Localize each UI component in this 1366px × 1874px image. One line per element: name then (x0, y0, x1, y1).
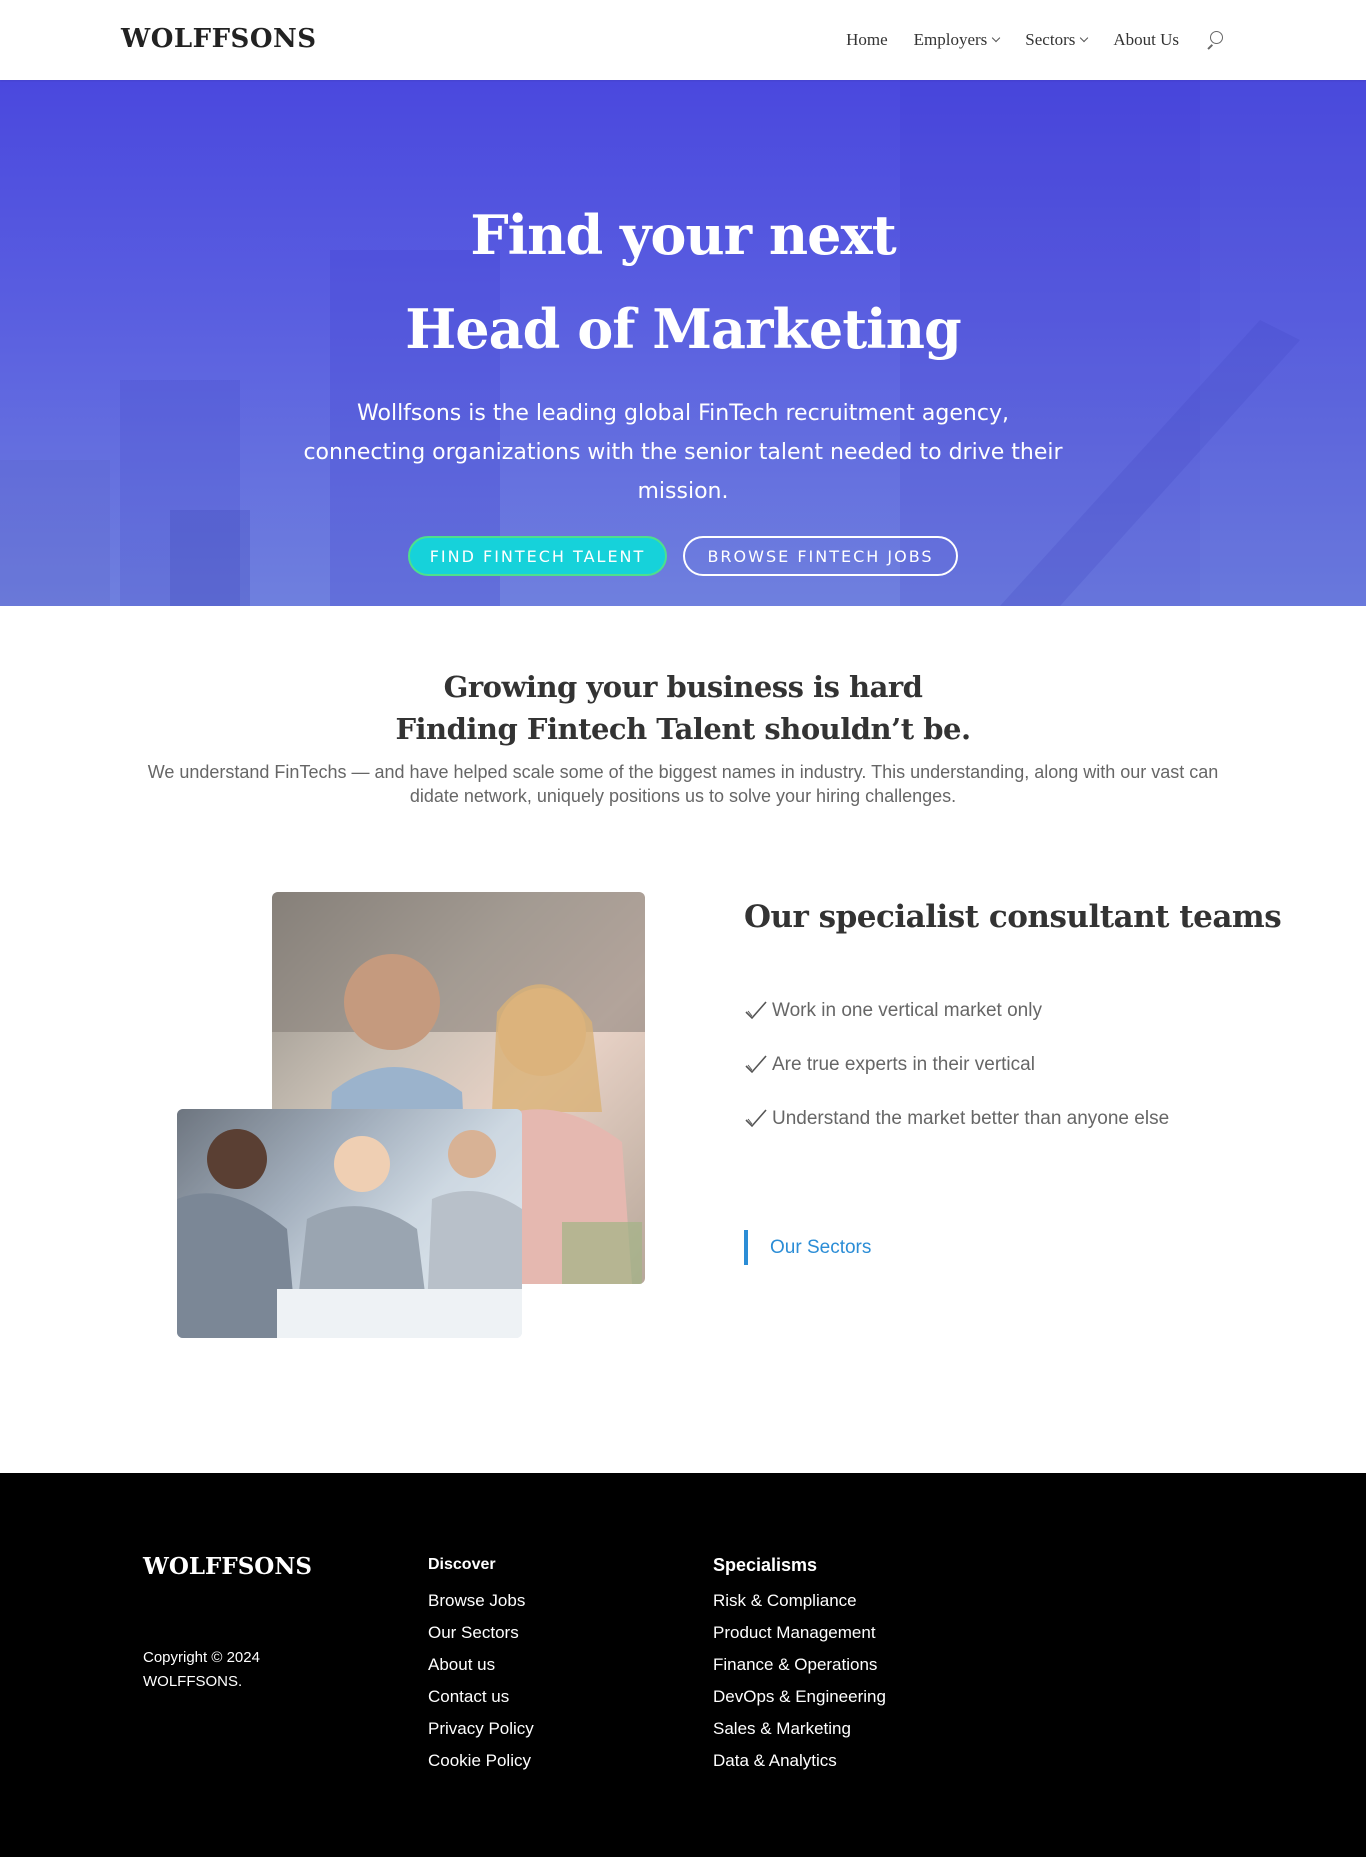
nav-about-us-label: About Us (1113, 30, 1179, 49)
footer-link-browse-jobs[interactable]: Browse Jobs (428, 1585, 534, 1617)
site-footer: WOLFFSONS Copyright © 2024 WOLFFSONS. Di… (0, 1473, 1366, 1857)
footer-link-contact-us[interactable]: Contact us (428, 1681, 534, 1713)
footer-link-product-management[interactable]: Product Management (713, 1617, 886, 1649)
footer-link-privacy-policy[interactable]: Privacy Policy (428, 1713, 534, 1745)
footer-copyright: Copyright © 2024 WOLFFSONS. (143, 1649, 260, 1690)
nav-employers[interactable]: Employers (913, 30, 1001, 50)
checkmark-icon (745, 1109, 767, 1128)
hero-title-line1: Find your next (470, 203, 896, 267)
consultants-title: Our specialist consultant teams (744, 899, 1282, 935)
list-item-text: Work in one vertical market only (772, 1000, 1042, 1021)
nav-sectors[interactable]: Sectors (1025, 30, 1089, 50)
footer-link-cookie-policy[interactable]: Cookie Policy (428, 1745, 534, 1777)
nav-home[interactable]: Home (846, 30, 888, 50)
footer-discover-column: Discover Browse Jobs Our Sectors About u… (428, 1553, 534, 1777)
intro-heading-line1: Growing your business is hard (443, 670, 923, 704)
hero-content: Find your next Head of Marketing Wollfso… (0, 80, 1366, 606)
find-fintech-talent-button[interactable]: FIND FINTECH TALENT (408, 536, 667, 576)
footer-link-finance-operations[interactable]: Finance & Operations (713, 1649, 886, 1681)
list-item: Work in one vertical market only (744, 984, 1169, 1038)
intro-section: Growing your business is hard Finding Fi… (0, 606, 1366, 808)
checkmark-icon (745, 1001, 767, 1020)
footer-link-about-us[interactable]: About us (428, 1649, 534, 1681)
hero-title: Find your next Head of Marketing (0, 188, 1366, 376)
intro-heading-line2: Finding Fintech Talent shouldn’t be. (395, 712, 971, 746)
list-item: Are true experts in their vertical (744, 1038, 1169, 1092)
consultants-list: Work in one vertical market only Are tru… (744, 984, 1169, 1146)
hero-buttons: FIND FINTECH TALENT BROWSE FINTECH JOBS (0, 536, 1366, 576)
intro-body: We understand FinTechs — and have helped… (147, 762, 1219, 806)
footer-link-risk-compliance[interactable]: Risk & Compliance (713, 1585, 886, 1617)
chevron-down-icon (1080, 33, 1089, 43)
chevron-down-icon (992, 33, 1001, 43)
footer-link-devops-engineering[interactable]: DevOps & Engineering (713, 1681, 886, 1713)
footer-specialisms-column: Specialisms Risk & Compliance Product Ma… (713, 1553, 886, 1777)
footer-link-our-sectors[interactable]: Our Sectors (428, 1617, 534, 1649)
site-logo[interactable]: WOLFFSONS (121, 24, 317, 54)
footer-logo[interactable]: WOLFFSONS (143, 1553, 312, 1580)
nav-home-label: Home (846, 30, 888, 49)
hero-subtitle: Wollfsons is the leading global FinTech … (303, 401, 1063, 504)
list-item: Understand the market better than anyone… (744, 1092, 1169, 1146)
footer-specialisms-heading: Specialisms (713, 1555, 818, 1575)
checkmark-icon (745, 1055, 767, 1074)
consultants-section: Our specialist consultant teams Work in … (0, 808, 1366, 1473)
nav-employers-label: Employers (913, 30, 988, 49)
footer-link-sales-marketing[interactable]: Sales & Marketing (713, 1713, 886, 1745)
hero-title-line2: Head of Marketing (405, 297, 961, 361)
hero-section: Find your next Head of Marketing Wollfso… (0, 80, 1366, 606)
main-nav: Home Employers Sectors About Us (846, 30, 1223, 50)
search-icon[interactable] (1205, 31, 1223, 49)
site-header: WOLFFSONS Home Employers Sectors About U… (0, 0, 1366, 80)
browse-fintech-jobs-button[interactable]: BROWSE FINTECH JOBS (683, 536, 958, 576)
list-item-text: Are true experts in their vertical (772, 1054, 1035, 1075)
intro-heading: Growing your business is hard Finding Fi… (0, 666, 1366, 750)
nav-about-us[interactable]: About Us (1113, 30, 1179, 50)
footer-discover-heading: Discover (428, 1556, 496, 1573)
footer-link-data-analytics[interactable]: Data & Analytics (713, 1745, 886, 1777)
our-sectors-link[interactable]: Our Sectors (744, 1230, 871, 1265)
nav-sectors-label: Sectors (1025, 30, 1076, 49)
list-item-text: Understand the market better than anyone… (772, 1108, 1170, 1129)
business-team-photo (177, 1109, 522, 1338)
